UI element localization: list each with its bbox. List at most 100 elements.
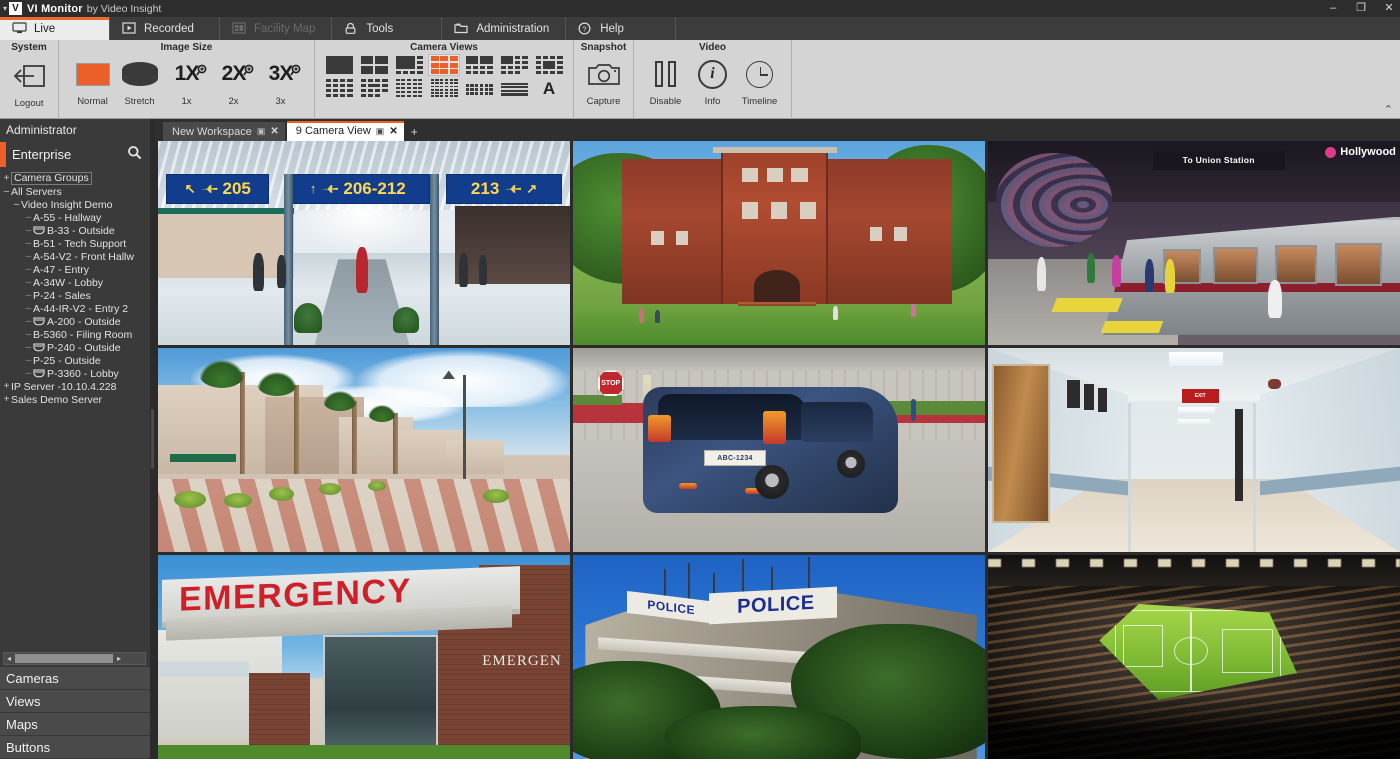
disable-video-button[interactable]: Disable xyxy=(642,54,689,107)
tab-live[interactable]: Live xyxy=(0,17,110,40)
tree-item-a-44-ir-v2-entry-2[interactable]: – A-44-IR-V2 - Entry 2 xyxy=(0,302,150,315)
gate-sign-213: 213 ↗ xyxy=(446,173,562,205)
timeline-button[interactable]: Timeline xyxy=(736,54,783,107)
camera-tree[interactable]: + Camera Groups – All Servers – Video In… xyxy=(0,169,150,652)
line-label-text: Hollywood xyxy=(1340,146,1396,159)
tree-toggle-icon[interactable]: + xyxy=(2,173,11,184)
window-menu-caret-icon[interactable]: ▾ xyxy=(3,4,7,13)
layout-6-camera-plus[interactable] xyxy=(394,55,424,75)
tab-administration[interactable]: Administration xyxy=(442,17,567,40)
sidebar-splitter[interactable] xyxy=(150,119,155,759)
tree-item-camera-groups[interactable]: + Camera Groups xyxy=(0,172,150,185)
zoom-3x-label: 3x xyxy=(275,96,286,107)
tree-item-ip-server[interactable]: + IP Server -10.10.4.228 xyxy=(0,380,150,393)
tree-item-all-servers[interactable]: – All Servers xyxy=(0,185,150,198)
workspace-tab-label: New Workspace xyxy=(172,125,252,138)
search-input[interactable] xyxy=(10,147,122,162)
layout-12-camera[interactable] xyxy=(359,78,389,98)
sidebar-item-maps[interactable]: Maps xyxy=(0,713,150,736)
tree-item-b-51-tech-support[interactable]: – B-51 - Tech Support xyxy=(0,237,150,250)
police-sign-right-text: POLICE xyxy=(737,591,815,618)
zoom-2x-button[interactable]: 2X 2x xyxy=(210,54,257,107)
tree-item-p-25-outside[interactable]: – P-25 - Outside xyxy=(0,354,150,367)
tree-item-video-insight-demo[interactable]: – Video Insight Demo xyxy=(0,198,150,211)
close-tab-icon[interactable]: ✕ xyxy=(389,126,397,137)
camera-pane-shopping-plaza[interactable] xyxy=(158,348,570,552)
camera-pane-campus-building[interactable] xyxy=(573,141,985,345)
layout-36-camera[interactable] xyxy=(429,78,459,98)
tree-item-label: Camera Groups xyxy=(11,172,92,185)
new-workspace-tab-button[interactable]: + xyxy=(406,123,423,141)
scroll-right-arrow-icon[interactable]: ▸ xyxy=(114,654,124,663)
tree-item-label: P-3360 - Lobby xyxy=(47,367,119,380)
layout-custom-a[interactable]: A xyxy=(534,78,564,98)
tab-help-label: Help xyxy=(600,22,624,35)
tree-toggle-icon[interactable]: – xyxy=(12,199,21,210)
layout-13-camera[interactable] xyxy=(534,55,564,75)
collapse-ribbon-button[interactable]: ⌃ xyxy=(1384,103,1393,116)
tree-item-b-33-outside[interactable]: – B-33 - Outside xyxy=(0,224,150,237)
tree-branch-icon: – xyxy=(25,355,32,366)
tree-item-label: B-33 - Outside xyxy=(47,224,115,237)
sidebar-horizontal-scrollbar[interactable]: ◂ ▸ xyxy=(3,652,146,665)
tree-toggle-icon[interactable]: + xyxy=(2,394,11,405)
camera-pane-metro-station[interactable]: To Union Station Hollywood xyxy=(988,141,1400,345)
tree-item-p-240-outside[interactable]: – P-240 - Outside xyxy=(0,341,150,354)
search-icon[interactable] xyxy=(127,145,142,165)
sidebar-item-views[interactable]: Views xyxy=(0,690,150,713)
enterprise-search[interactable] xyxy=(0,142,146,167)
layout-10-camera[interactable] xyxy=(499,55,529,75)
zoom-1x-label: 1x xyxy=(181,96,192,107)
sidebar-item-buttons[interactable]: Buttons xyxy=(0,736,150,759)
scroll-left-arrow-icon[interactable]: ◂ xyxy=(4,654,14,663)
layout-16-camera[interactable] xyxy=(324,78,354,98)
camera-pane-parking-garage[interactable]: STOP ABC-1234 xyxy=(573,348,985,552)
info-button[interactable]: i Info xyxy=(689,54,736,107)
tree-item-a-34w-lobby[interactable]: – A-34W - Lobby xyxy=(0,276,150,289)
logout-button[interactable]: Logout xyxy=(0,56,58,109)
tree-branch-icon: – xyxy=(25,225,32,236)
layout-rows-camera[interactable] xyxy=(499,78,529,98)
tree-item-label: P-24 - Sales xyxy=(33,289,91,302)
workspace-tab-new-workspace[interactable]: New Workspace ▣ ✕ xyxy=(163,122,285,141)
capture-button[interactable]: Capture xyxy=(580,54,627,107)
tree-item-a-55-hallway[interactable]: – A-55 - Hallway xyxy=(0,211,150,224)
tree-toggle-icon[interactable]: + xyxy=(2,381,11,392)
camera-pane-police-building[interactable]: POLICE POLICE xyxy=(573,555,985,759)
tree-branch-icon: – xyxy=(25,212,32,223)
layout-8-camera[interactable] xyxy=(464,55,494,75)
camera-pane-airport-terminal[interactable]: ↖ 205 ↑ 206-212 213 ↗ xyxy=(158,141,570,345)
tree-item-a-200-outside[interactable]: – A-200 - Outside xyxy=(0,315,150,328)
close-tab-icon[interactable]: ✕ xyxy=(270,126,278,137)
layout-1-camera[interactable] xyxy=(324,55,354,75)
tree-item-a-54-v2-front-hallway[interactable]: – A-54-V2 - Front Hallw xyxy=(0,250,150,263)
image-size-normal-button[interactable]: Normal xyxy=(69,54,116,107)
workspace-tab-9-camera-view[interactable]: 9 Camera View ▣ ✕ xyxy=(286,121,404,141)
layout-9-camera[interactable] xyxy=(428,54,460,76)
restore-button[interactable]: ❐ xyxy=(1354,3,1368,14)
tab-recorded[interactable]: Recorded xyxy=(110,17,220,40)
tree-item-sales-demo-server[interactable]: + Sales Demo Server xyxy=(0,393,150,406)
camera-pane-emergency-entrance[interactable]: EMERGENCY EMERGEN xyxy=(158,555,570,759)
layout-30-camera[interactable] xyxy=(464,78,494,98)
scrollbar-thumb[interactable] xyxy=(15,654,113,663)
layout-25-camera[interactable] xyxy=(394,78,424,98)
zoom-3x-button[interactable]: 3X 3x xyxy=(257,54,304,107)
layout-4-camera[interactable] xyxy=(359,55,389,75)
tree-item-a-47-entry[interactable]: – A-47 - Entry xyxy=(0,263,150,276)
zoom-1x-button[interactable]: 1X 1x xyxy=(163,54,210,107)
image-size-stretch-button[interactable]: Stretch xyxy=(116,54,163,107)
tab-tools[interactable]: Tools xyxy=(332,17,443,40)
camera-pane-hospital-hallway[interactable]: EXIT xyxy=(988,348,1400,552)
tree-item-p-3360-lobby[interactable]: – P-3360 - Lobby xyxy=(0,367,150,380)
camera-pane-stadium[interactable] xyxy=(988,555,1400,759)
close-button[interactable]: ✕ xyxy=(1382,3,1396,14)
tree-item-b-5360-filing-room[interactable]: – B-5360 - Filing Room xyxy=(0,328,150,341)
minimize-button[interactable]: – xyxy=(1326,3,1340,14)
tree-item-p-24-sales[interactable]: – P-24 - Sales xyxy=(0,289,150,302)
sidebar-item-cameras[interactable]: Cameras xyxy=(0,667,150,690)
camera-icon xyxy=(33,343,45,352)
app-subtitle: by Video Insight xyxy=(86,2,162,15)
tree-toggle-icon[interactable]: – xyxy=(2,186,11,197)
tab-help[interactable]: ? Help xyxy=(566,17,677,40)
